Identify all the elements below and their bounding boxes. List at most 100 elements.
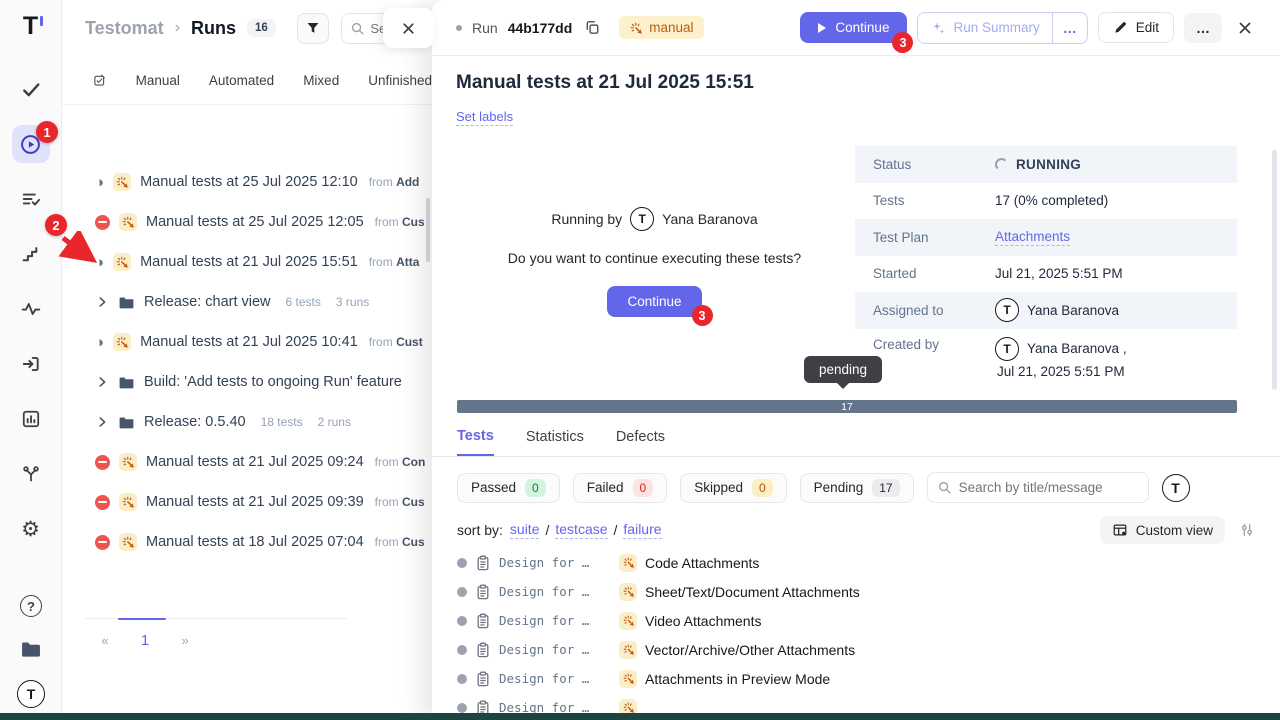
tab-automated[interactable]: Automated bbox=[209, 73, 274, 88]
info-row-status: Status RUNNING bbox=[855, 146, 1237, 183]
sort-testcase-link[interactable]: testcase bbox=[555, 521, 607, 539]
pending-bullet-icon bbox=[457, 587, 467, 597]
run-list-item[interactable]: Manual tests at 25 Jul 2025 12:05 from C… bbox=[62, 202, 432, 242]
tab-defects[interactable]: Defects bbox=[616, 428, 665, 456]
run-list-item[interactable]: Manual tests at 18 Jul 2025 07:04 from C… bbox=[62, 522, 432, 562]
set-labels-link[interactable]: Set labels bbox=[456, 109, 513, 126]
breadcrumb-app[interactable]: Testomat bbox=[85, 18, 164, 39]
close-icon bbox=[400, 20, 417, 37]
sort-suite-link[interactable]: suite bbox=[510, 521, 540, 539]
pagination-next[interactable]: » bbox=[165, 633, 205, 648]
run-list-item[interactable]: ◑ Manual tests at 25 Jul 2025 12:10 from… bbox=[62, 162, 432, 202]
manual-cursor-icon bbox=[619, 612, 637, 630]
sidebar-item-branches[interactable] bbox=[12, 455, 50, 493]
test-list-item[interactable]: Design for … Vector/Archive/Other Attach… bbox=[432, 635, 1280, 664]
custom-view-button[interactable]: Custom view bbox=[1100, 516, 1225, 544]
folder-list-item[interactable]: Build: 'Add tests to ongoing Run' featur… bbox=[62, 362, 432, 402]
select-runs-icon[interactable] bbox=[93, 72, 107, 89]
manual-cursor-icon bbox=[119, 533, 137, 551]
assignee-avatar[interactable]: T bbox=[1162, 474, 1190, 502]
run-source: from Cus bbox=[375, 215, 425, 229]
folder-list-item[interactable]: Release: 0.5.40 18 tests 2 runs bbox=[62, 402, 432, 442]
test-name: Sheet/Text/Document Attachments bbox=[645, 584, 860, 600]
progress-bar: 17 bbox=[457, 400, 1237, 413]
run-list-item[interactable]: ◑ Manual tests at 21 Jul 2025 10:41 from… bbox=[62, 322, 432, 362]
run-list-item-selected[interactable]: ◑ Manual tests at 21 Jul 2025 15:51 from… bbox=[62, 242, 432, 282]
sort-by-label: sort by: bbox=[457, 522, 503, 538]
folder-tests-meta: 6 tests bbox=[286, 295, 321, 309]
sidebar-item-plans[interactable] bbox=[12, 180, 50, 218]
tests-search-input[interactable] bbox=[959, 480, 1139, 495]
info-row-started: Started Jul 21, 2025 5:51 PM bbox=[855, 256, 1237, 293]
sidebar-item-analytics[interactable] bbox=[12, 290, 50, 328]
run-list: ◑ Manual tests at 25 Jul 2025 12:10 from… bbox=[62, 162, 432, 562]
test-list-item[interactable]: Design for … Code Attachments bbox=[432, 548, 1280, 577]
folder-runs-meta: 2 runs bbox=[318, 415, 351, 429]
tab-statistics[interactable]: Statistics bbox=[526, 428, 584, 456]
test-plan-link[interactable]: Attachments bbox=[995, 229, 1070, 246]
run-list-item[interactable]: Manual tests at 21 Jul 2025 09:39 from C… bbox=[62, 482, 432, 522]
sidebar-item-settings[interactable]: ⚙ bbox=[12, 510, 50, 548]
runs-scrollbar[interactable] bbox=[426, 198, 430, 262]
run-status-dot bbox=[456, 25, 462, 31]
test-list-item[interactable]: Design for … Video Attachments bbox=[432, 606, 1280, 635]
pagination-page-1[interactable]: 1 bbox=[125, 632, 165, 649]
pending-bullet-icon bbox=[457, 558, 467, 568]
test-list-item[interactable]: Design for … Attachments in Preview Mode bbox=[432, 664, 1280, 693]
filter-skipped[interactable]: Skipped0 bbox=[680, 473, 786, 503]
continue-button-main[interactable]: Continue 3 bbox=[607, 286, 701, 317]
filter-button[interactable] bbox=[297, 13, 330, 44]
tab-mixed[interactable]: Mixed bbox=[303, 73, 339, 88]
projects-button[interactable] bbox=[12, 635, 50, 663]
help-button[interactable]: ? bbox=[12, 592, 50, 620]
filter-pending[interactable]: Pending17 bbox=[800, 473, 914, 503]
play-icon bbox=[818, 23, 826, 33]
sidebar-item-tests[interactable] bbox=[12, 70, 50, 108]
run-summary-button[interactable]: Run Summary bbox=[918, 13, 1051, 43]
edit-button[interactable]: Edit bbox=[1098, 12, 1174, 43]
test-suite: Design for … bbox=[499, 555, 611, 570]
tests-search[interactable] bbox=[927, 472, 1149, 503]
detail-tabs: Tests Statistics Defects bbox=[457, 428, 665, 456]
clipboard-icon bbox=[475, 584, 491, 600]
run-id: 44b177dd bbox=[508, 20, 573, 36]
more-actions-button[interactable]: … bbox=[1184, 13, 1222, 43]
account-button[interactable]: T bbox=[12, 678, 50, 710]
run-source: from Atta bbox=[369, 255, 420, 269]
filter-funnel-icon bbox=[305, 20, 321, 36]
tab-unfinished[interactable]: Unfinished bbox=[368, 73, 432, 88]
annotation-step-1: 1 bbox=[36, 121, 58, 143]
sort-failure-link[interactable]: failure bbox=[623, 521, 661, 539]
chevron-right-icon[interactable] bbox=[95, 415, 109, 429]
manual-cursor-icon bbox=[619, 641, 637, 659]
chevron-right-icon[interactable] bbox=[95, 375, 109, 389]
sparkle-icon bbox=[930, 20, 946, 36]
chevron-right-icon[interactable] bbox=[95, 295, 109, 309]
manual-cursor-icon bbox=[619, 554, 637, 572]
panel-close-button[interactable] bbox=[383, 8, 434, 48]
pending-bullet-icon bbox=[457, 674, 467, 684]
run-list-item[interactable]: Manual tests at 21 Jul 2025 09:24 from C… bbox=[62, 442, 432, 482]
folder-list-item[interactable]: Release: chart view 6 tests 3 runs bbox=[62, 282, 432, 322]
view-options-button[interactable] bbox=[1239, 522, 1255, 538]
sidebar-item-milestones[interactable] bbox=[12, 235, 50, 273]
detail-scrollbar[interactable] bbox=[1272, 150, 1277, 390]
tab-manual[interactable]: Manual bbox=[136, 73, 180, 88]
close-detail-button[interactable] bbox=[1232, 15, 1258, 41]
sidebar-item-reports[interactable] bbox=[12, 400, 50, 438]
pending-bullet-icon bbox=[457, 645, 467, 655]
tab-tests[interactable]: Tests bbox=[457, 428, 494, 456]
avatar: T bbox=[17, 680, 45, 708]
running-by-label: Running by bbox=[551, 211, 622, 227]
run-type-badge: manual bbox=[619, 16, 703, 39]
run-summary-more-button[interactable]: … bbox=[1052, 13, 1087, 43]
filter-failed[interactable]: Failed0 bbox=[573, 473, 667, 503]
test-list-item[interactable]: Design for … Sheet/Text/Document Attachm… bbox=[432, 577, 1280, 606]
filter-passed[interactable]: Passed0 bbox=[457, 473, 560, 503]
copy-run-id-button[interactable] bbox=[584, 19, 601, 36]
breadcrumb-separator: › bbox=[175, 19, 180, 37]
progress-count: 17 bbox=[841, 401, 853, 413]
continue-button-header[interactable]: Continue 3 bbox=[800, 12, 907, 43]
sidebar-item-import[interactable] bbox=[12, 345, 50, 383]
pagination-prev[interactable]: « bbox=[85, 633, 125, 648]
